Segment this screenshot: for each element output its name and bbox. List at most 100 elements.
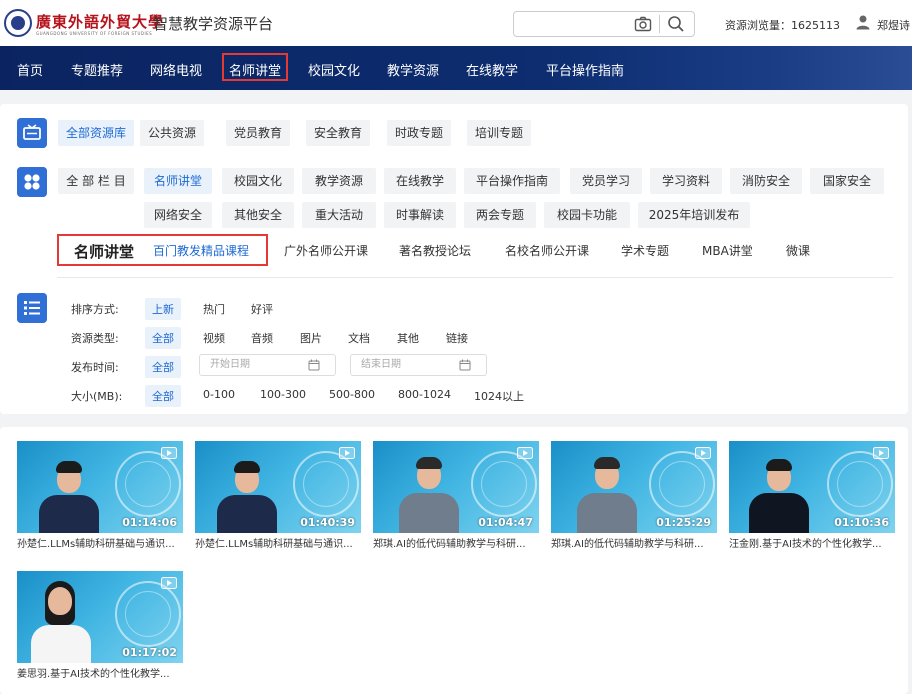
play-icon[interactable]: [517, 447, 533, 459]
video-card[interactable]: 01:14:06 孙楚仁.LLMs辅助科研基础与通识...: [17, 441, 183, 550]
column-fire-safety[interactable]: 消防安全: [730, 168, 802, 194]
play-icon[interactable]: [873, 447, 889, 459]
date-all[interactable]: 全部: [145, 356, 181, 378]
subtab-academic-topics[interactable]: 学术专题: [621, 242, 669, 259]
column-teaching-resources[interactable]: 教学资源: [302, 168, 376, 194]
emblem-watermark: [125, 591, 171, 637]
subtab-mba-lecture[interactable]: MBA讲堂: [702, 242, 753, 259]
library-party-education[interactable]: 党员教育: [226, 120, 291, 146]
video-title[interactable]: 汪金刚.基于AI技术的个性化教学...: [729, 535, 895, 550]
nav-teaching-resources[interactable]: 教学资源: [387, 60, 439, 79]
university-emblem-icon[interactable]: [4, 9, 32, 37]
video-thumbnail[interactable]: 01:04:47: [373, 441, 539, 533]
column-national-security[interactable]: 国家安全: [810, 168, 884, 194]
video-thumbnail[interactable]: 01:10:36: [729, 441, 895, 533]
presenter-figure: [31, 625, 91, 663]
presenter-hair: [416, 457, 442, 469]
column-famous-teachers[interactable]: 名师讲堂: [144, 168, 212, 194]
video-thumbnail[interactable]: 01:17:02: [17, 571, 183, 663]
play-icon[interactable]: [161, 447, 177, 459]
video-thumbnail[interactable]: 01:40:39: [195, 441, 361, 533]
user-icon[interactable]: [855, 14, 871, 30]
column-major-events[interactable]: 重大活动: [302, 202, 376, 228]
university-logo-text[interactable]: 廣東外語外貿大學: [36, 11, 164, 32]
nav-platform-guide[interactable]: 平台操作指南: [546, 60, 624, 79]
video-title[interactable]: 郑琪.AI的低代码辅助教学与科研...: [551, 535, 717, 550]
type-other[interactable]: 其他: [397, 330, 419, 346]
nav-online-teaching[interactable]: 在线教学: [466, 60, 518, 79]
column-online-teaching[interactable]: 在线教学: [384, 168, 456, 194]
column-2025-training[interactable]: 2025年培训发布: [638, 202, 750, 228]
column-party-study[interactable]: 党员学习: [570, 168, 642, 194]
presenter-hair: [766, 459, 792, 471]
column-campus-culture[interactable]: 校园文化: [222, 168, 294, 194]
search-icon[interactable]: [666, 14, 686, 34]
video-title[interactable]: 孙楚仁.LLMs辅助科研基础与通识...: [195, 535, 361, 550]
nav-network-tv[interactable]: 网络电视: [150, 60, 202, 79]
type-link[interactable]: 链接: [446, 330, 468, 346]
column-all[interactable]: 全 部 栏 目: [58, 168, 134, 194]
user-name[interactable]: 郑煜诗: [877, 17, 910, 33]
sort-newest[interactable]: 上新: [145, 298, 181, 320]
play-icon[interactable]: [695, 447, 711, 459]
nav-featured-topics[interactable]: 专题推荐: [71, 60, 123, 79]
nav-home[interactable]: 首页: [17, 60, 43, 79]
nav-campus-culture[interactable]: 校园文化: [308, 60, 360, 79]
size-all[interactable]: 全部: [145, 385, 181, 407]
column-current-affairs[interactable]: 时事解读: [384, 202, 456, 228]
university-logo-english: GUANGDONG UNIVERSITY OF FOREIGN STUDIES: [36, 31, 153, 36]
type-image[interactable]: 图片: [300, 330, 322, 346]
size-1024-plus[interactable]: 1024以上: [474, 388, 524, 404]
sort-label: 排序方式:: [71, 303, 119, 316]
video-card[interactable]: 01:17:02 姜思羽.基于AI技术的个性化教学...: [17, 571, 183, 680]
video-thumbnail[interactable]: 01:25:29: [551, 441, 717, 533]
size-100-300[interactable]: 100-300: [260, 388, 306, 401]
camera-icon[interactable]: [633, 14, 653, 34]
column-network-security[interactable]: 网络安全: [144, 202, 212, 228]
library-public[interactable]: 公共资源: [140, 120, 205, 146]
subtab-famous-school-open-class[interactable]: 名校名师公开课: [505, 242, 589, 259]
platform-title[interactable]: 智慧教学资源平台: [153, 13, 273, 34]
panel-divider: [57, 277, 893, 278]
grid-icon: [17, 167, 47, 197]
library-safety-education[interactable]: 安全教育: [306, 120, 371, 146]
column-campus-card[interactable]: 校园卡功能: [544, 202, 630, 228]
video-title[interactable]: 姜思羽.基于AI技术的个性化教学...: [17, 665, 183, 680]
type-audio[interactable]: 音频: [251, 330, 273, 346]
library-training[interactable]: 培训专题: [467, 120, 532, 146]
video-card[interactable]: 01:25:29 郑琪.AI的低代码辅助教学与科研...: [551, 441, 717, 550]
video-card[interactable]: 01:04:47 郑琪.AI的低代码辅助教学与科研...: [373, 441, 539, 550]
calendar-icon[interactable]: [459, 359, 471, 371]
video-card[interactable]: 01:40:39 孙楚仁.LLMs辅助科研基础与通识...: [195, 441, 361, 550]
video-duration: 01:40:39: [300, 516, 355, 529]
column-two-sessions[interactable]: 两会专题: [464, 202, 536, 228]
end-date-placeholder: 结束日期: [361, 359, 401, 370]
search-divider: [659, 15, 660, 33]
type-video[interactable]: 视频: [203, 330, 225, 346]
video-card[interactable]: 01:10:36 汪金刚.基于AI技术的个性化教学...: [729, 441, 895, 550]
video-title[interactable]: 郑琪.AI的低代码辅助教学与科研...: [373, 535, 539, 550]
size-0-100[interactable]: 0-100: [203, 388, 235, 401]
size-500-800[interactable]: 500-800: [329, 388, 375, 401]
subtab-professor-forum[interactable]: 著名教授论坛: [399, 242, 471, 259]
play-icon[interactable]: [339, 447, 355, 459]
column-study-materials[interactable]: 学习资料: [650, 168, 722, 194]
subtab-gdufs-open-class[interactable]: 广外名师公开课: [284, 242, 368, 259]
subtab-micro-course[interactable]: 微课: [786, 242, 810, 259]
sort-popular[interactable]: 热门: [203, 301, 225, 317]
column-platform-guide[interactable]: 平台操作指南: [464, 168, 560, 194]
sort-top-rated[interactable]: 好评: [251, 301, 273, 317]
video-duration: 01:04:47: [478, 516, 533, 529]
presenter-figure: [577, 493, 637, 533]
emblem-watermark: [303, 461, 349, 507]
type-all[interactable]: 全部: [145, 327, 181, 349]
video-title[interactable]: 孙楚仁.LLMs辅助科研基础与通识...: [17, 535, 183, 550]
size-800-1024[interactable]: 800-1024: [398, 388, 451, 401]
type-document[interactable]: 文档: [348, 330, 370, 346]
play-icon[interactable]: [161, 577, 177, 589]
calendar-icon[interactable]: [308, 359, 320, 371]
library-all[interactable]: 全部资源库: [58, 120, 135, 146]
library-politics[interactable]: 时政专题: [387, 120, 452, 146]
column-other-security[interactable]: 其他安全: [222, 202, 294, 228]
video-thumbnail[interactable]: 01:14:06: [17, 441, 183, 533]
